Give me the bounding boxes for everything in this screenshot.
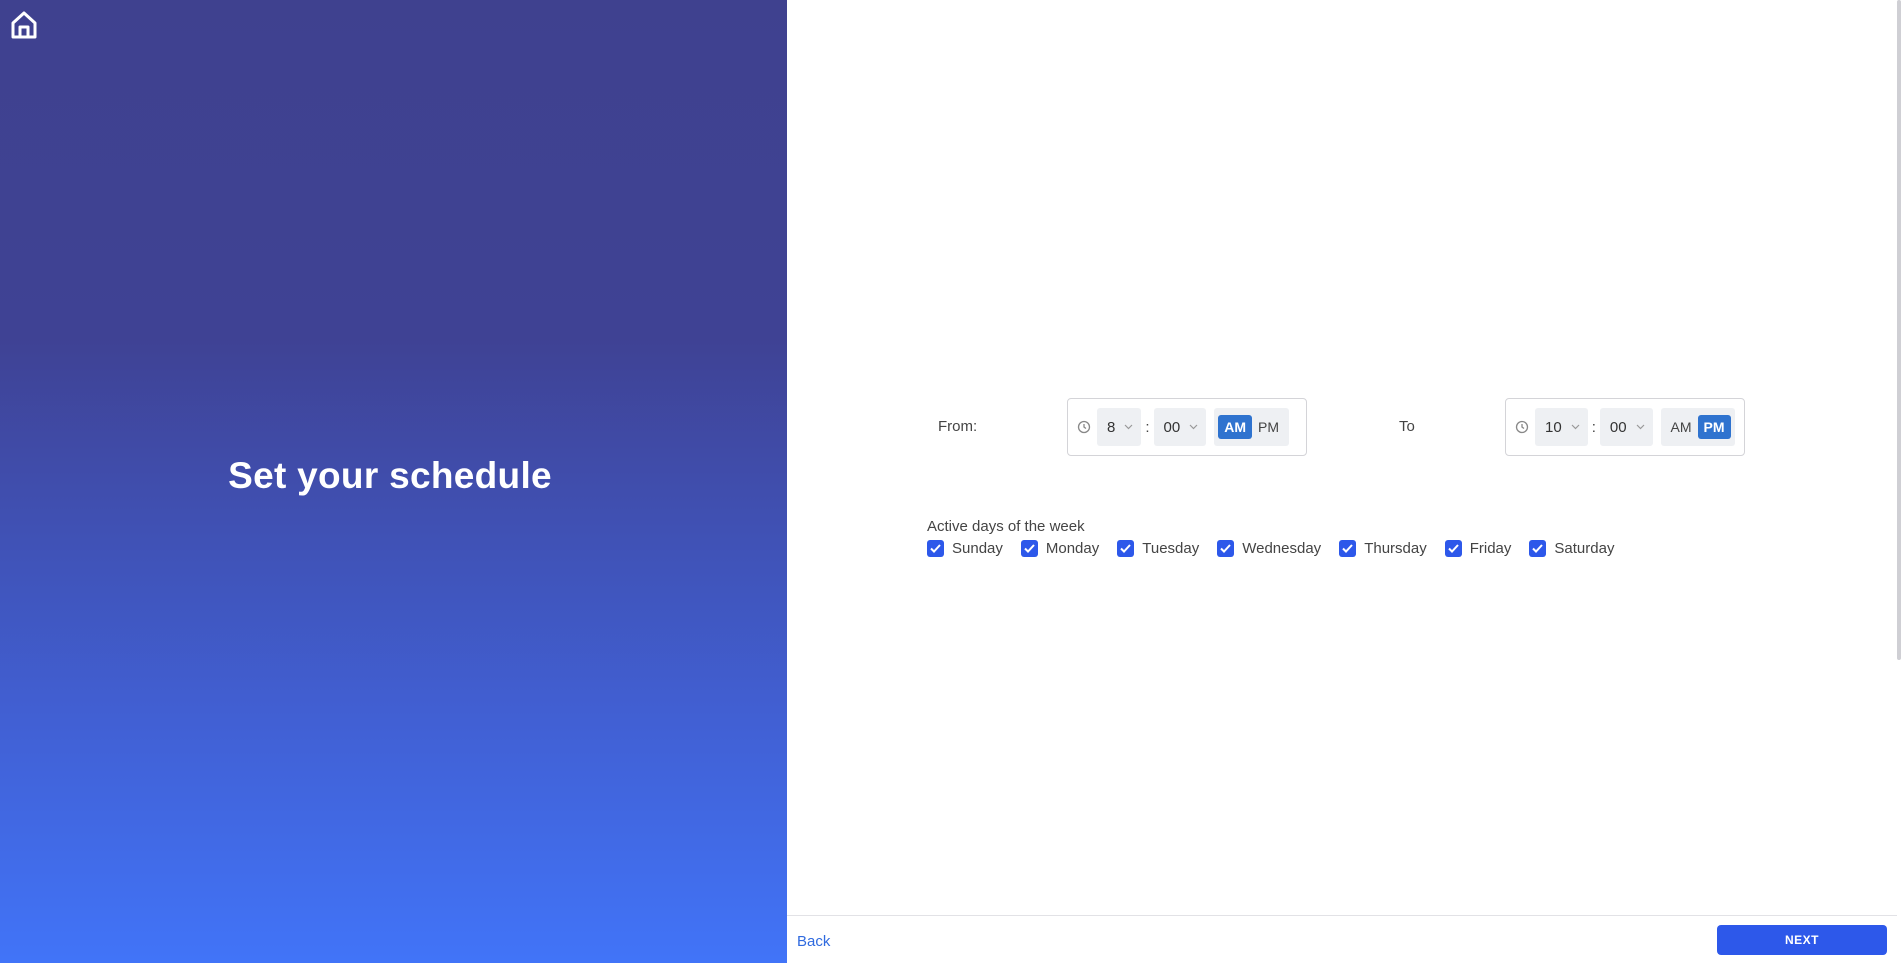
home-icon[interactable] xyxy=(8,9,40,41)
checkbox-checked-icon[interactable] xyxy=(1444,540,1462,557)
to-minute-value: 00 xyxy=(1609,418,1627,436)
day-checkbox-sunday[interactable]: Sunday xyxy=(927,540,1003,557)
back-link[interactable]: Back xyxy=(797,933,830,950)
to-am-option[interactable]: AM xyxy=(1665,415,1698,439)
to-time-picker: 10 : 00 AM PM xyxy=(1505,398,1745,456)
right-panel: From: 8 : 00 AM PM To 10 : 00 AM PM Acti… xyxy=(787,0,1901,963)
checkbox-checked-icon[interactable] xyxy=(927,540,944,557)
from-hour-value: 8 xyxy=(1107,418,1116,436)
day-checkbox-tuesday[interactable]: Tuesday xyxy=(1117,540,1199,557)
day-label: Wednesday xyxy=(1242,540,1322,557)
clock-icon xyxy=(1077,420,1091,434)
checkbox-checked-icon[interactable] xyxy=(1020,540,1038,557)
day-checkbox-monday[interactable]: Monday xyxy=(1020,540,1100,557)
to-label: To xyxy=(1399,418,1415,435)
day-label: Sunday xyxy=(952,540,1003,557)
day-label: Tuesday xyxy=(1142,540,1200,557)
time-separator: : xyxy=(1145,418,1150,436)
from-am-option[interactable]: AM xyxy=(1218,415,1252,439)
checkbox-checked-icon[interactable] xyxy=(1117,540,1135,557)
checkbox-checked-icon[interactable] xyxy=(1217,540,1235,557)
days-checkbox-group: Sunday Monday Tuesday Wednesday Thursday… xyxy=(927,540,1632,557)
to-hour-value: 10 xyxy=(1545,418,1562,436)
from-minute-value: 00 xyxy=(1163,418,1181,436)
to-minute-select[interactable]: 00 xyxy=(1599,408,1653,446)
next-button[interactable]: NEXT xyxy=(1717,925,1887,955)
to-pm-option[interactable]: PM xyxy=(1697,415,1731,439)
from-time-picker: 8 : 00 AM PM xyxy=(1067,398,1307,456)
time-separator: : xyxy=(1591,418,1596,436)
scrollbar[interactable] xyxy=(1897,0,1901,660)
clock-icon xyxy=(1515,420,1529,434)
day-label: Monday xyxy=(1045,540,1100,557)
day-checkbox-friday[interactable]: Friday xyxy=(1444,540,1512,557)
to-ampm-toggle: AM PM xyxy=(1660,408,1735,446)
day-label: Thursday xyxy=(1364,540,1427,557)
footer-bar: Back NEXT xyxy=(787,915,1897,963)
active-days-title: Active days of the week xyxy=(927,518,1085,535)
checkbox-checked-icon[interactable] xyxy=(1529,540,1547,557)
chevron-down-icon xyxy=(1189,424,1198,430)
from-pm-option[interactable]: PM xyxy=(1252,415,1285,439)
day-label: Friday xyxy=(1469,540,1512,557)
from-minute-select[interactable]: 00 xyxy=(1153,408,1207,446)
chevron-down-icon xyxy=(1124,424,1133,430)
chevron-down-icon xyxy=(1636,424,1644,430)
day-checkbox-wednesday[interactable]: Wednesday xyxy=(1217,540,1321,557)
left-panel: Set your schedule xyxy=(0,0,787,963)
chevron-down-icon xyxy=(1571,424,1580,430)
day-checkbox-saturday[interactable]: Saturday xyxy=(1529,540,1614,557)
to-hour-select[interactable]: 10 xyxy=(1535,408,1588,446)
from-label: From: xyxy=(938,418,978,435)
day-label: Saturday xyxy=(1554,540,1615,557)
checkbox-checked-icon[interactable] xyxy=(1339,540,1357,557)
day-checkbox-thursday[interactable]: Thursday xyxy=(1339,540,1427,557)
from-ampm-toggle: AM PM xyxy=(1214,408,1289,446)
from-hour-select[interactable]: 8 xyxy=(1097,408,1142,446)
page-title: Set your schedule xyxy=(228,455,552,496)
